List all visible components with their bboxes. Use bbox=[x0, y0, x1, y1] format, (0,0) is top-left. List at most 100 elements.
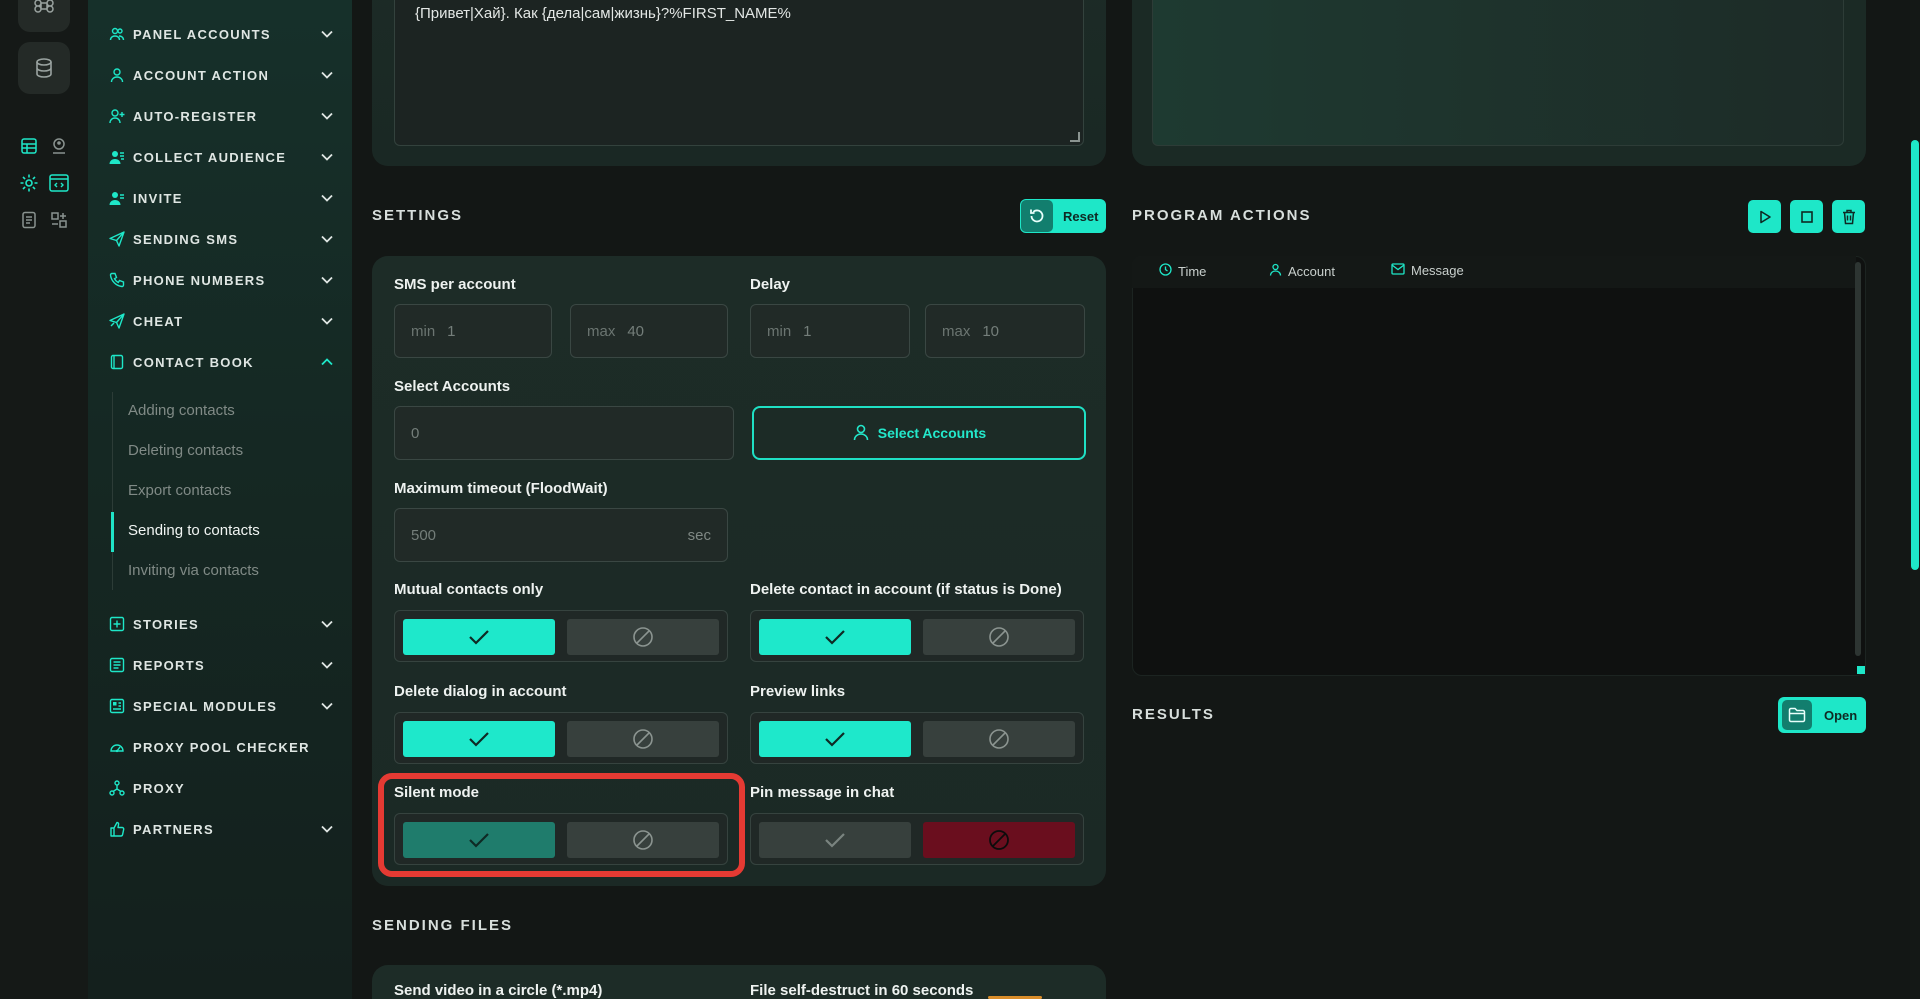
folder-icon bbox=[1782, 700, 1812, 730]
refresh-icon bbox=[1021, 200, 1053, 232]
results-title: RESULTS bbox=[1132, 706, 1215, 723]
sidebar-item-sending-sms[interactable]: SENDING SMS bbox=[108, 221, 334, 257]
submenu-item-deleting-contacts[interactable]: Deleting contacts bbox=[128, 442, 243, 459]
submenu-item-inviting-via-contacts[interactable]: Inviting via contacts bbox=[128, 562, 259, 579]
reset-button[interactable]: Reset bbox=[1020, 199, 1106, 233]
sidebar-item-reports[interactable]: REPORTS bbox=[108, 647, 334, 683]
submenu-item-sending-to-contacts[interactable]: Sending to contacts bbox=[128, 522, 260, 539]
chevron-down-icon bbox=[320, 27, 334, 41]
pin-message-no[interactable] bbox=[923, 822, 1075, 858]
accounts-count-input[interactable]: 0 bbox=[394, 406, 734, 460]
delete-contact-label: Delete contact in account (if status is … bbox=[750, 581, 1062, 598]
log-resize-handle[interactable] bbox=[1857, 666, 1865, 674]
max-value: 10 bbox=[982, 322, 1000, 340]
settings-icon[interactable] bbox=[18, 172, 40, 194]
select-accounts-label: Select Accounts bbox=[394, 378, 511, 395]
max-timeout-input[interactable]: 500 sec bbox=[394, 508, 728, 562]
user-icon bbox=[852, 423, 870, 444]
timeout-value: 500 bbox=[411, 526, 437, 544]
sms-min-input[interactable]: min 1 bbox=[394, 304, 552, 358]
min-value: 1 bbox=[447, 322, 456, 340]
delete-dialog-toggle bbox=[394, 712, 728, 764]
mutual-contacts-yes[interactable] bbox=[403, 619, 555, 655]
sending-files-title: SENDING FILES bbox=[372, 917, 514, 934]
check-icon bbox=[469, 732, 489, 747]
send-icon bbox=[108, 230, 126, 248]
log-scrollbar[interactable] bbox=[1855, 262, 1861, 656]
stop-button[interactable] bbox=[1790, 200, 1823, 233]
chevron-down-icon bbox=[320, 273, 334, 287]
sidebar-item-contact-book[interactable]: CONTACT BOOK bbox=[108, 344, 334, 380]
log-col-label: Message bbox=[1411, 263, 1464, 278]
sidebar-item-label: INVITE bbox=[133, 190, 183, 206]
sidebar-item-panel-accounts[interactable]: PANEL ACCOUNTS bbox=[108, 16, 334, 52]
select-accounts-button-label: Select Accounts bbox=[877, 425, 987, 441]
sidebar-item-proxy-pool-checker[interactable]: PROXY POOL CHECKER bbox=[108, 729, 334, 765]
preview-links-label: Preview links bbox=[750, 683, 846, 700]
message-text: {Привет|Хай}. Как {дела|сам|жизнь}?%FIRS… bbox=[415, 5, 791, 22]
delete-dialog-no[interactable] bbox=[567, 721, 719, 757]
sidebar-item-invite[interactable]: INVITE bbox=[108, 180, 334, 216]
chevron-down-icon bbox=[320, 658, 334, 672]
disabled-icon bbox=[989, 627, 1009, 647]
log-col-label: Time bbox=[1178, 263, 1207, 279]
sidebar-item-stories[interactable]: STORIES bbox=[108, 606, 334, 642]
submenu-item-adding-contacts[interactable]: Adding contacts bbox=[128, 402, 235, 419]
log-col-message[interactable]: Message bbox=[1391, 263, 1464, 278]
sidebar-item-account-action[interactable]: ACCOUNT ACTION bbox=[108, 57, 334, 93]
modules-icon[interactable] bbox=[48, 209, 70, 231]
sidebar-item-phone-numbers[interactable]: PHONE NUMBERS bbox=[108, 262, 334, 298]
app-window: PANEL ACCOUNTS ACCOUNT ACTION AUTO-REGIS… bbox=[0, 0, 1920, 999]
code-window-icon[interactable] bbox=[48, 172, 70, 194]
sidebar-item-cheat[interactable]: CHEAT bbox=[108, 303, 334, 339]
clear-log-button[interactable] bbox=[1832, 200, 1865, 233]
play-button[interactable] bbox=[1748, 200, 1781, 233]
sidebar-item-collect-audience[interactable]: COLLECT AUDIENCE bbox=[108, 139, 334, 175]
chevron-up-icon bbox=[320, 355, 334, 369]
delay-min-input[interactable]: min 1 bbox=[750, 304, 910, 358]
resize-handle[interactable] bbox=[1070, 132, 1080, 142]
chevron-down-icon bbox=[320, 822, 334, 836]
log-col-time[interactable]: Time bbox=[1159, 263, 1206, 279]
sidebar-item-auto-register[interactable]: AUTO-REGISTER bbox=[108, 98, 334, 134]
table-icon[interactable] bbox=[18, 135, 40, 157]
sidebar-item-proxy[interactable]: PROXY bbox=[108, 770, 334, 806]
delay-max-input[interactable]: max 10 bbox=[925, 304, 1085, 358]
command-icon[interactable] bbox=[18, 0, 70, 32]
sms-max-input[interactable]: max 40 bbox=[570, 304, 728, 358]
page-scrollbar-thumb[interactable] bbox=[1911, 140, 1919, 570]
log-col-account[interactable]: Account bbox=[1269, 263, 1335, 279]
pin-message-yes[interactable] bbox=[759, 822, 911, 858]
report-icon[interactable] bbox=[18, 209, 40, 231]
log-table bbox=[1132, 256, 1866, 676]
clock-icon bbox=[1159, 263, 1172, 279]
program-actions-title: PROGRAM ACTIONS bbox=[1132, 207, 1312, 224]
chevron-down-icon bbox=[320, 109, 334, 123]
proxy-icon bbox=[108, 779, 126, 797]
open-results-button[interactable]: Open bbox=[1778, 697, 1866, 733]
contacts-icon[interactable] bbox=[48, 135, 70, 157]
highlight-box bbox=[378, 773, 745, 877]
mutual-contacts-no[interactable] bbox=[567, 619, 719, 655]
select-accounts-button[interactable]: Select Accounts bbox=[752, 406, 1086, 460]
disabled-icon bbox=[989, 830, 1009, 850]
disabled-icon bbox=[633, 627, 653, 647]
phone-icon bbox=[108, 271, 126, 289]
log-col-label: Account bbox=[1288, 263, 1335, 279]
max-value: 40 bbox=[627, 322, 645, 340]
message-textarea[interactable]: {Привет|Хай}. Как {дела|сам|жизнь}?%FIRS… bbox=[394, 0, 1084, 146]
max-timeout-label: Maximum timeout (FloodWait) bbox=[394, 480, 608, 497]
delete-contact-no[interactable] bbox=[923, 619, 1075, 655]
database-icon[interactable] bbox=[18, 42, 70, 94]
preview-links-no[interactable] bbox=[923, 721, 1075, 757]
sidebar-item-partners[interactable]: PARTNERS bbox=[108, 811, 334, 847]
delete-contact-toggle bbox=[750, 610, 1084, 662]
submenu-item-export-contacts[interactable]: Export contacts bbox=[128, 482, 231, 499]
modules-icon bbox=[108, 697, 126, 715]
delete-contact-yes[interactable] bbox=[759, 619, 911, 655]
sidebar-item-special-modules[interactable]: SPECIAL MODULES bbox=[108, 688, 334, 724]
delete-dialog-yes[interactable] bbox=[403, 721, 555, 757]
sidebar-item-label: PARTNERS bbox=[133, 821, 214, 837]
preview-links-yes[interactable] bbox=[759, 721, 911, 757]
pin-message-toggle bbox=[750, 813, 1084, 865]
